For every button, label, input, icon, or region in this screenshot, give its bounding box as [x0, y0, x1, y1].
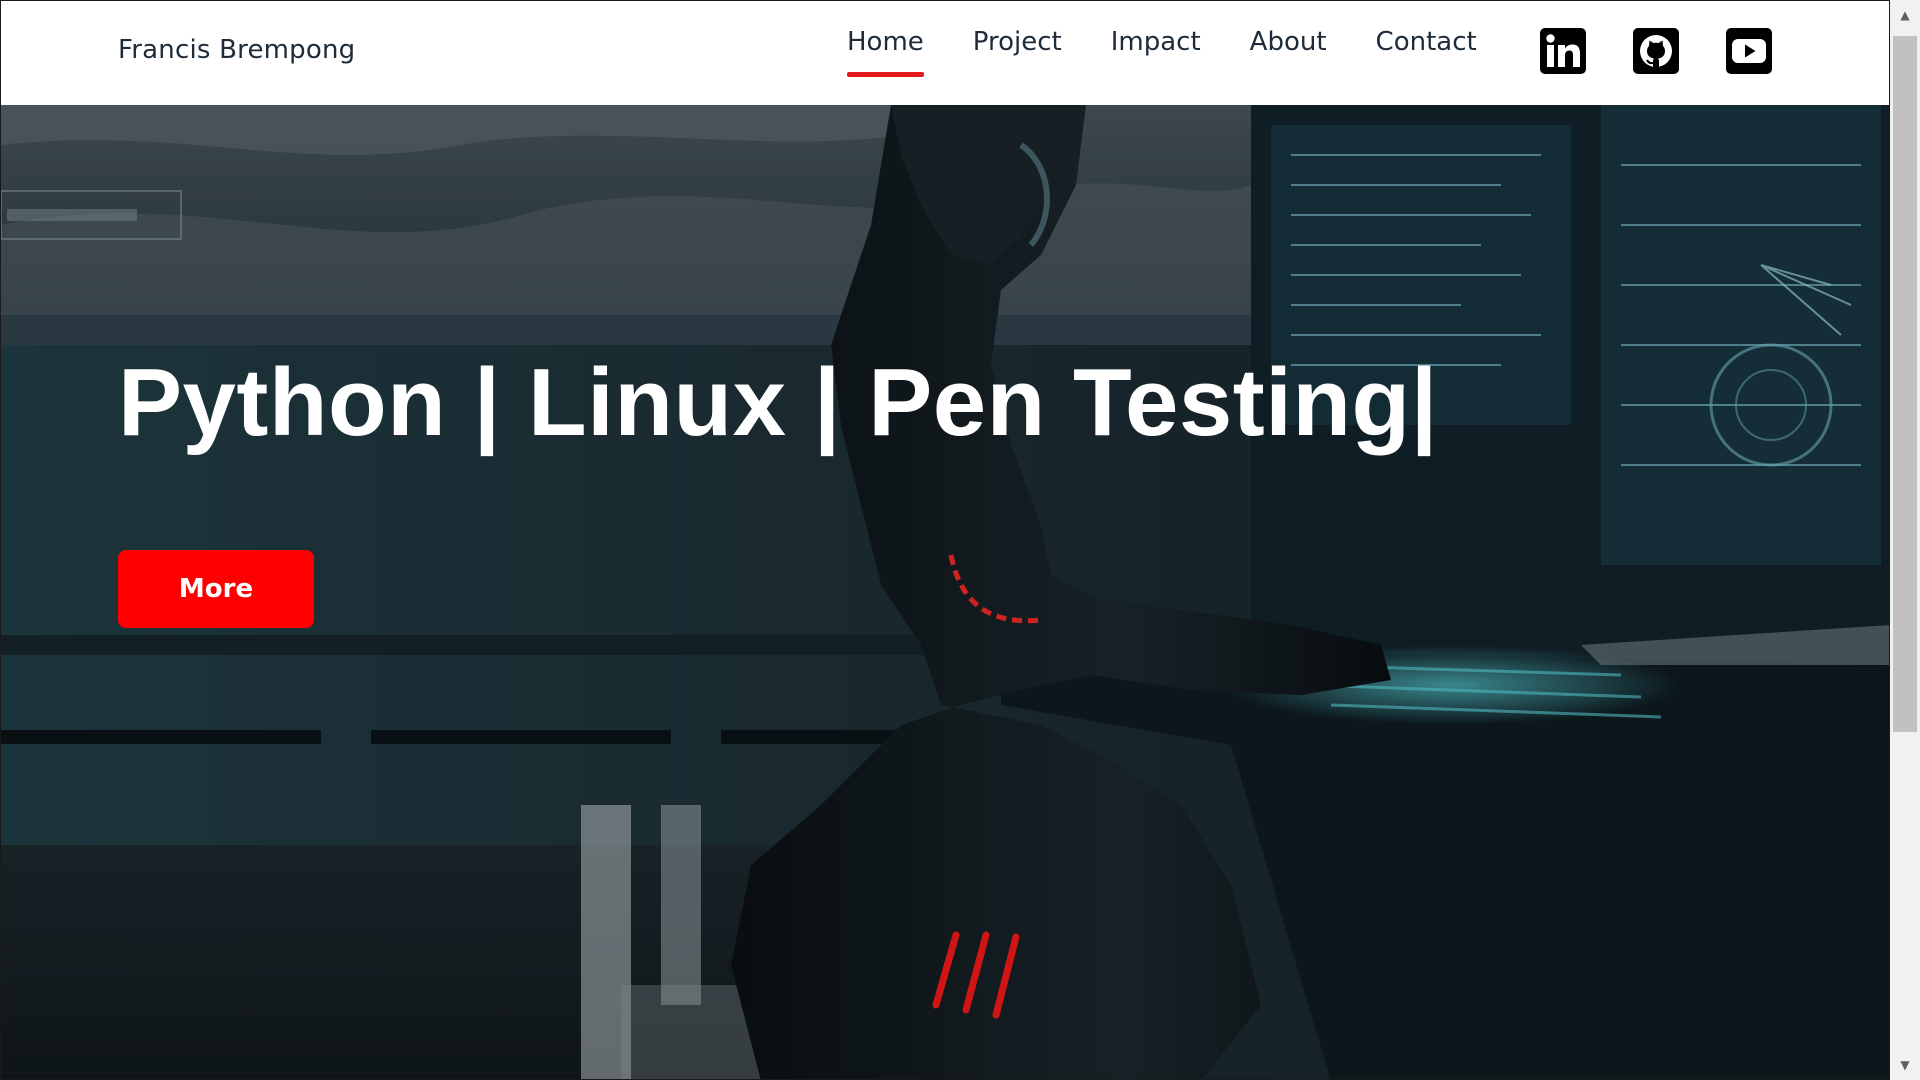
site-header: Francis Brempong Home Project Impact Abo…: [1, 1, 1889, 105]
hero-title: Python | Linux | Pen Testing|: [118, 349, 1439, 456]
more-button[interactable]: More: [118, 550, 314, 628]
youtube-icon[interactable]: [1726, 28, 1772, 74]
main-nav: Home Project Impact About Contact: [847, 27, 1526, 77]
nav-item-contact[interactable]: Contact: [1376, 27, 1477, 77]
browser-viewport: Francis Brempong Home Project Impact Abo…: [0, 0, 1890, 1080]
nav-item-project[interactable]: Project: [973, 27, 1062, 77]
brand-name[interactable]: Francis Brempong: [118, 35, 355, 65]
scroll-down-arrow-icon[interactable]: ▼: [1890, 1050, 1920, 1080]
page-scrollbar[interactable]: ▲ ▼: [1890, 0, 1920, 1080]
scroll-up-arrow-icon[interactable]: ▲: [1890, 0, 1920, 30]
nav-item-impact[interactable]: Impact: [1111, 27, 1201, 77]
nav-item-home[interactable]: Home: [847, 27, 924, 77]
scroll-thumb[interactable]: [1893, 36, 1917, 732]
linkedin-icon[interactable]: [1540, 28, 1586, 74]
nav-item-about[interactable]: About: [1250, 27, 1327, 77]
hero-section: Python | Linux | Pen Testing| More: [1, 105, 1889, 1079]
social-links: [1540, 28, 1772, 74]
github-icon[interactable]: [1633, 28, 1679, 74]
